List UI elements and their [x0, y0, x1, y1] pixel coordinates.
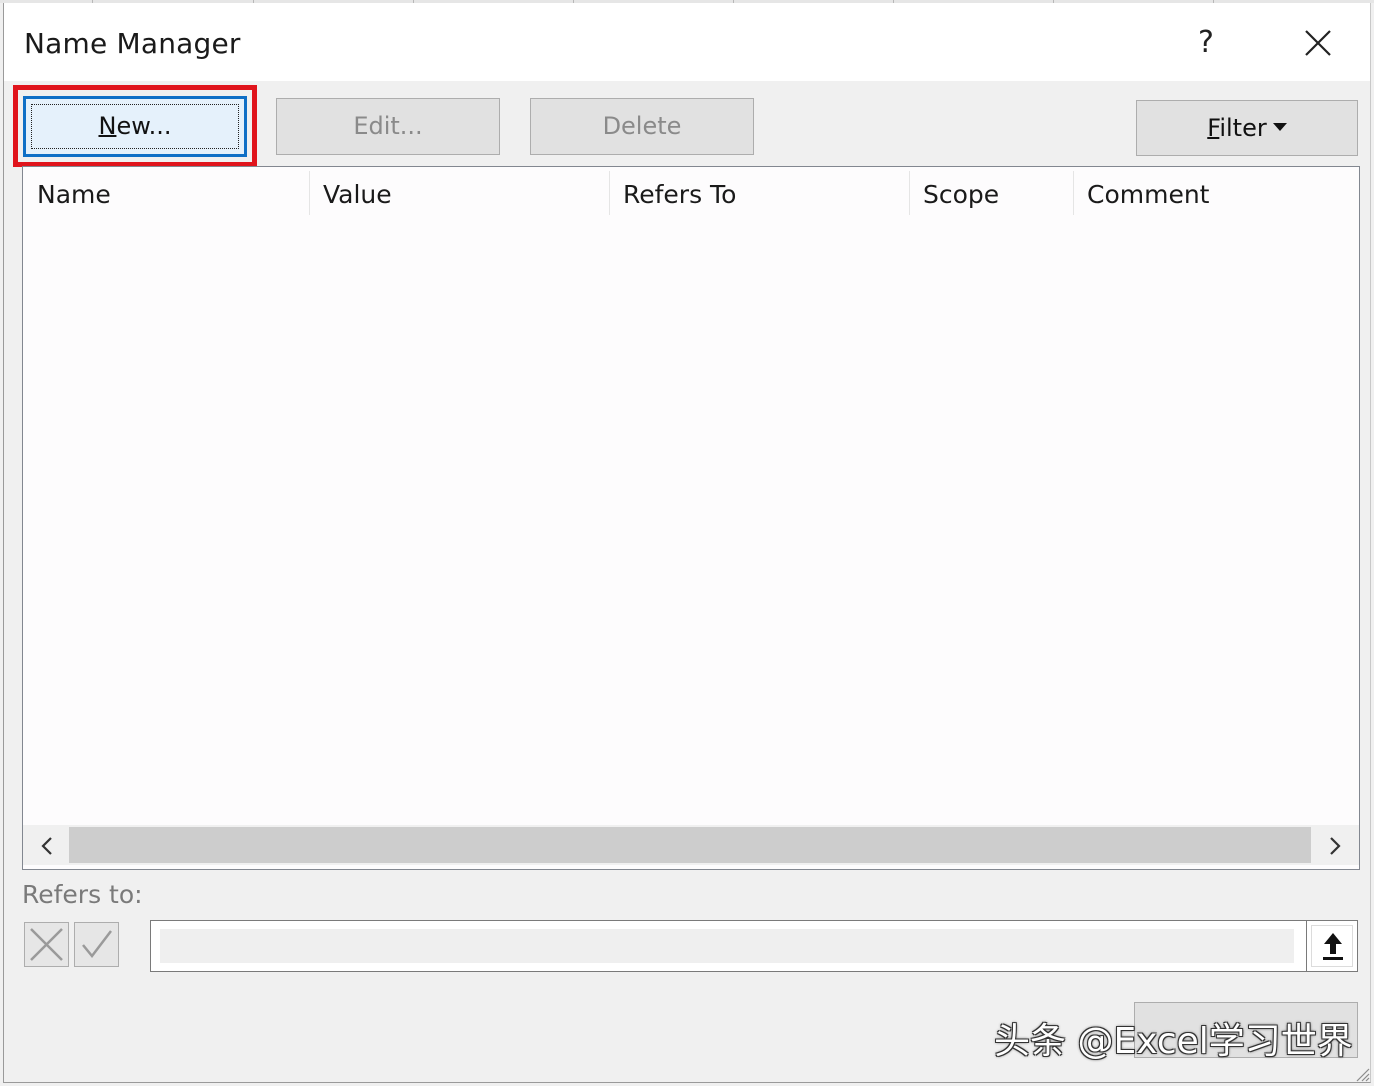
scroll-left-button[interactable]: [27, 829, 67, 863]
resize-grip-icon[interactable]: [1354, 1066, 1370, 1082]
column-header-comment[interactable]: Comment: [1073, 167, 1353, 215]
edit-button[interactable]: Edit...: [276, 98, 500, 155]
help-icon: ?: [1198, 25, 1214, 60]
collapse-dialog-button[interactable]: [1306, 920, 1358, 972]
collapse-button-face: [1311, 925, 1353, 967]
title-bar: Name Manager ?: [4, 3, 1370, 81]
cancel-edit-button[interactable]: [24, 922, 69, 967]
horizontal-scrollbar[interactable]: [23, 825, 1359, 865]
scrollbar-thumb[interactable]: [69, 827, 1311, 863]
refers-to-label: Refers to:: [22, 880, 143, 909]
refers-to-input[interactable]: [160, 929, 1294, 963]
column-header-refers-to[interactable]: Refers To: [609, 167, 909, 215]
checkmark-icon: [82, 930, 112, 959]
edit-button-label: Edit...: [353, 112, 423, 140]
confirm-edit-button[interactable]: [74, 922, 119, 967]
chevron-left-icon: [41, 837, 52, 855]
upload-arrow-icon: [1323, 933, 1343, 960]
chevron-right-icon: [1330, 837, 1341, 855]
cancel-icon: [30, 928, 63, 961]
filter-button[interactable]: Filter: [1136, 100, 1358, 156]
scroll-right-button[interactable]: [1315, 829, 1355, 863]
help-button[interactable]: ?: [1187, 21, 1225, 65]
focus-rectangle: [31, 104, 239, 149]
chevron-down-icon: [1272, 123, 1287, 131]
close-button[interactable]: [1296, 21, 1340, 65]
close-icon: [1305, 30, 1331, 56]
delete-button[interactable]: Delete: [530, 98, 754, 155]
column-header-value[interactable]: Value: [309, 167, 609, 215]
column-header-scope[interactable]: Scope: [909, 167, 1073, 215]
names-list[interactable]: Name Value Refers To Scope Comment: [22, 166, 1360, 870]
refers-to-box: [150, 920, 1308, 972]
delete-button-label: Delete: [602, 112, 682, 140]
watermark: 头条 @Excel学习世界: [994, 1021, 1353, 1062]
new-button[interactable]: New...: [23, 96, 247, 157]
filter-button-label: Filter: [1207, 114, 1267, 142]
dialog-title: Name Manager: [24, 27, 241, 60]
column-header-name[interactable]: Name: [23, 167, 309, 215]
